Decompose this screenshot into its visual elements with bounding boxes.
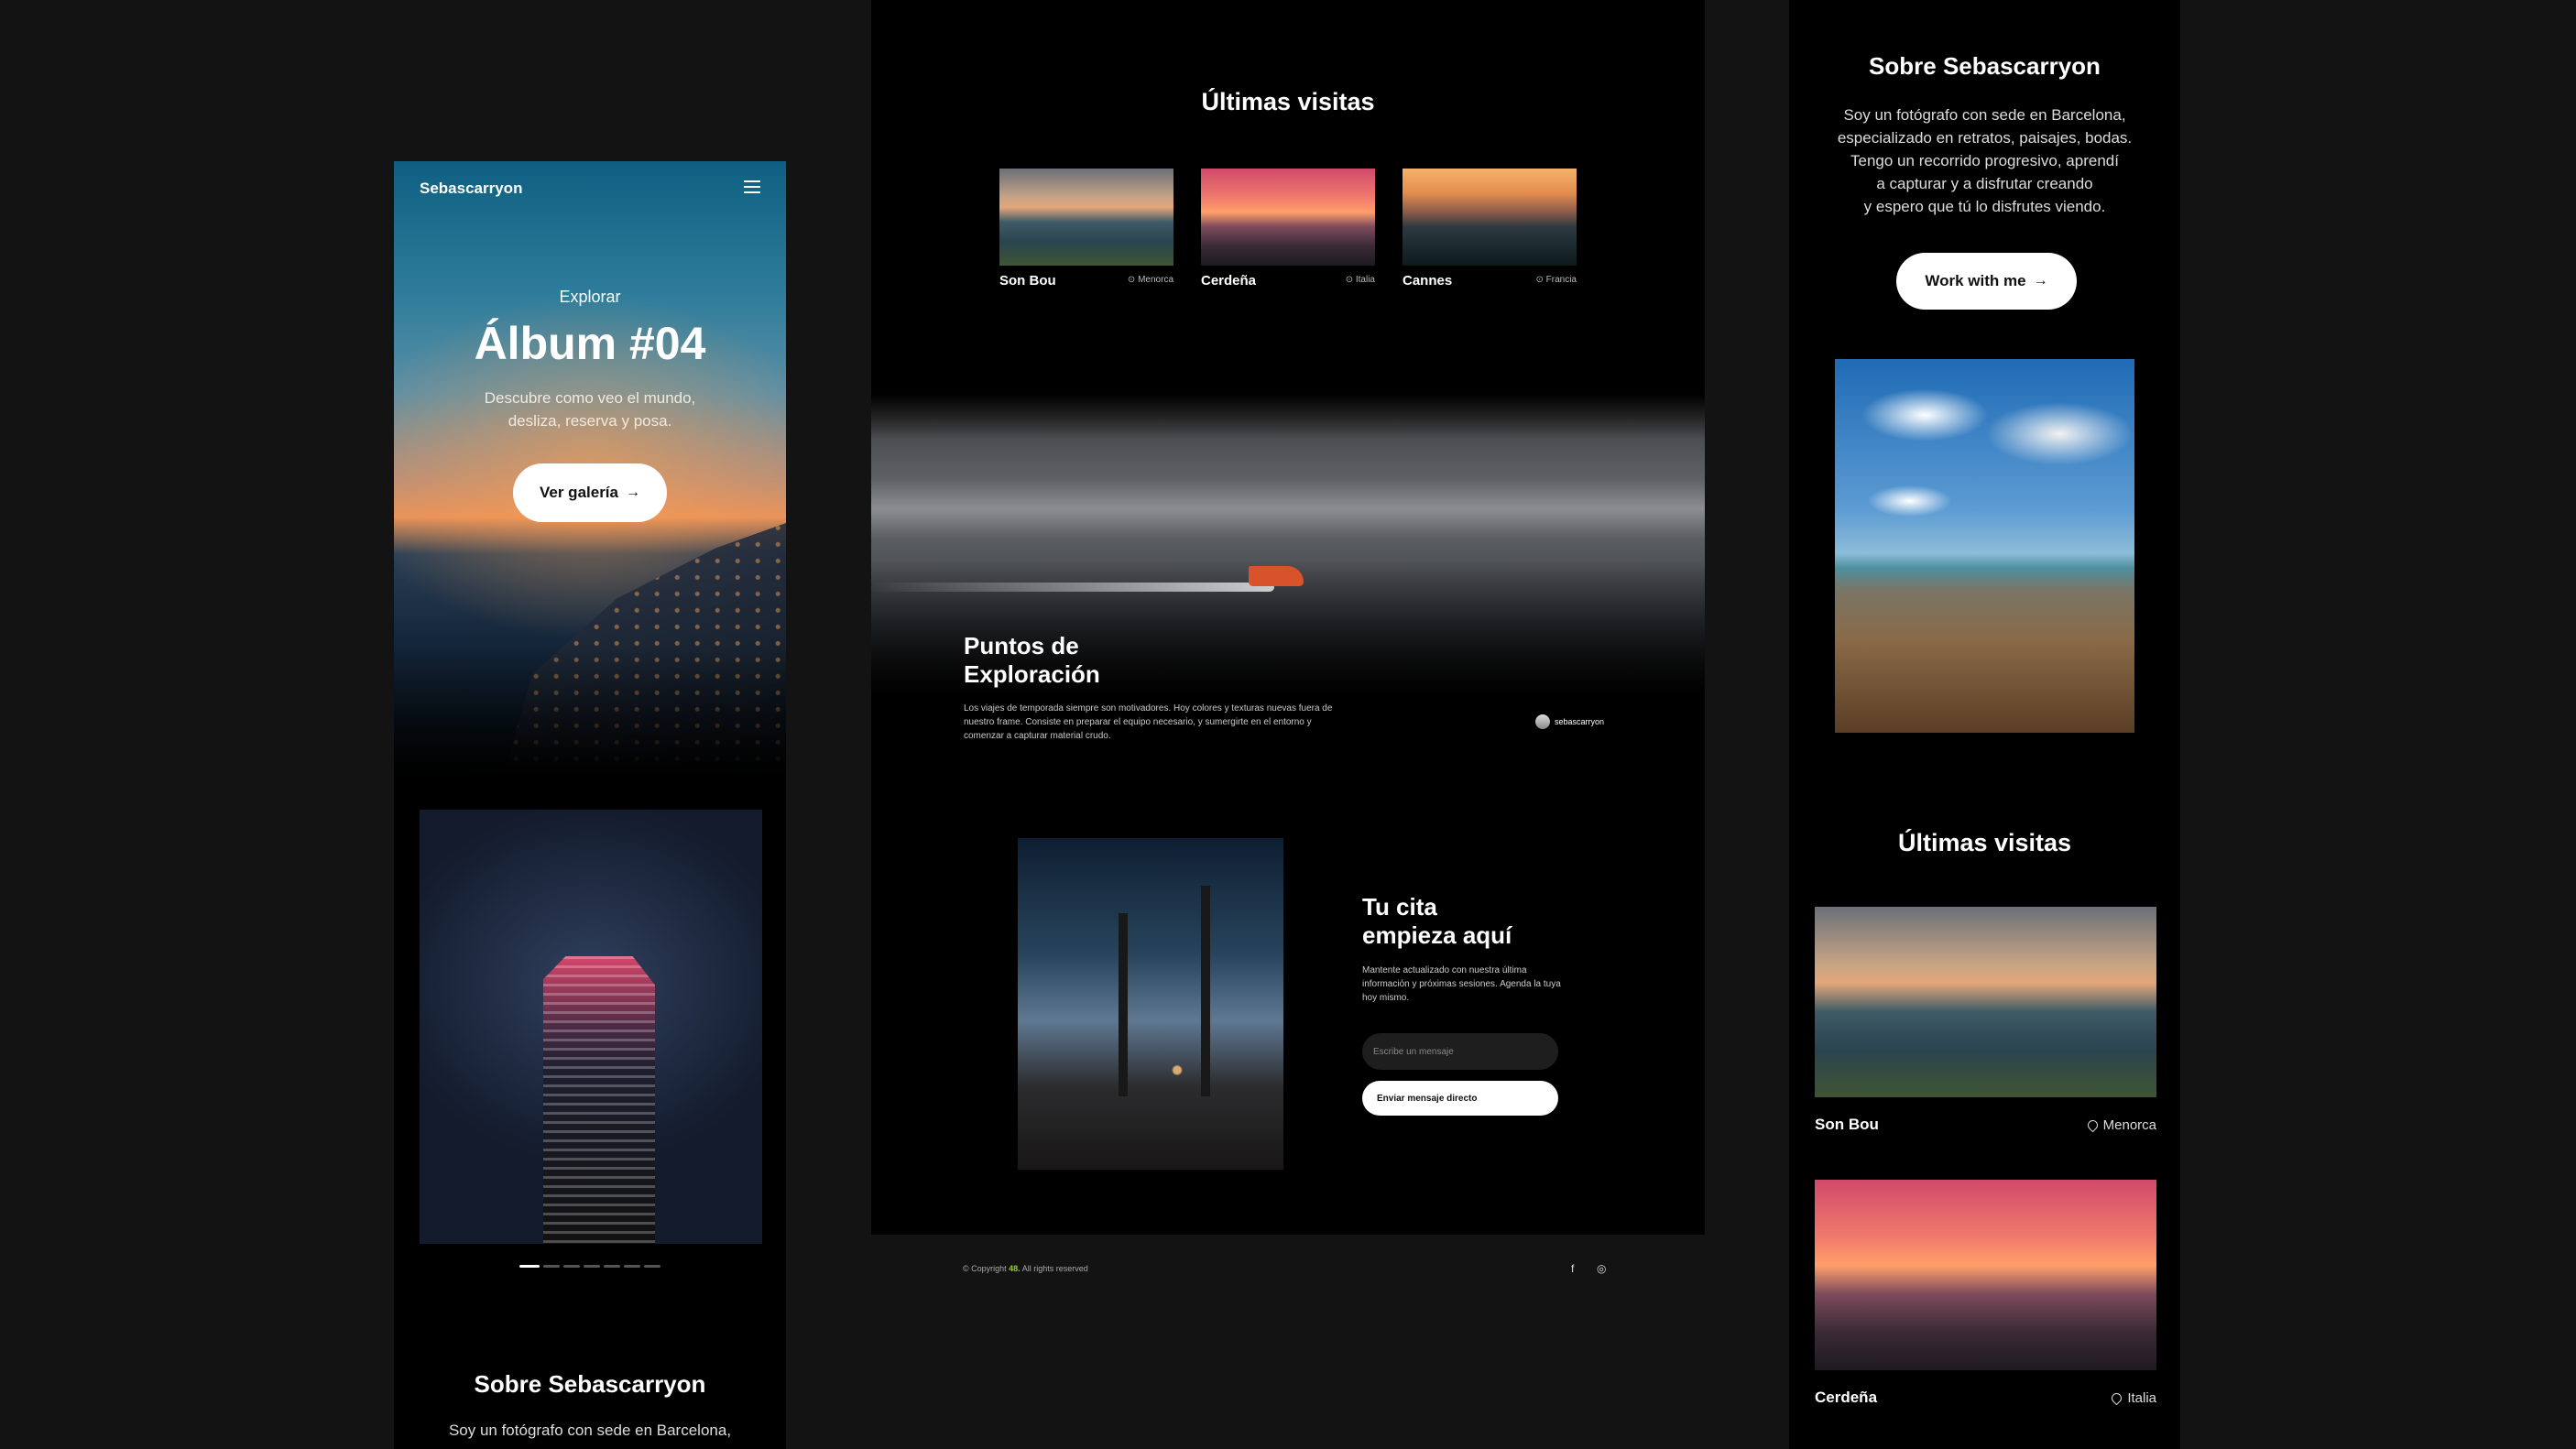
mobile-preview-right: Sobre Sebascarryon Soy un fotógrafo con … — [1789, 0, 2180, 1449]
hero-title: Álbum #04 — [474, 318, 706, 369]
beach-image — [1835, 359, 2134, 733]
carousel-dot[interactable] — [563, 1265, 580, 1268]
carousel-dot[interactable] — [604, 1265, 620, 1268]
cita-text: Mantente actualizado con nuestra última … — [1362, 965, 1561, 1003]
location-pin-icon — [2085, 1117, 2100, 1133]
facebook-icon[interactable]: f — [1571, 1262, 1574, 1275]
instagram-icon[interactable]: ◎ — [1597, 1262, 1606, 1275]
hamburger-icon[interactable] — [744, 180, 760, 193]
hero-section: Sebascarryon Explorar Álbum #04 Descubre… — [394, 161, 786, 775]
carousel-dot[interactable] — [584, 1265, 600, 1268]
carousel-dot[interactable] — [624, 1265, 640, 1268]
avatar — [1535, 714, 1550, 729]
author-badge[interactable]: sebascarryon — [1535, 714, 1604, 729]
mobile-preview-left: Sebascarryon Explorar Álbum #04 Descubre… — [394, 161, 786, 1449]
banner-text: Los viajes de temporada siempre son moti… — [964, 703, 1333, 741]
carousel-dot[interactable] — [519, 1265, 540, 1268]
visit-card-cerdena[interactable]: Cerdeña ⊙ Italia — [1201, 169, 1375, 289]
carousel-dot[interactable] — [644, 1265, 660, 1268]
visit-card-son-bou[interactable]: Son Bou Menorca — [1815, 907, 2156, 1133]
carousel-dot[interactable] — [543, 1265, 560, 1268]
work-with-me-button[interactable]: Work with me → — [1896, 253, 2077, 310]
visits-title: Últimas visitas — [1897, 829, 2072, 856]
footer: © Copyright 48. All rights reserved f ◎ — [871, 1235, 1705, 1302]
location-pin-icon: ⊙ — [1127, 275, 1136, 285]
ver-galeria-button[interactable]: Ver galería → — [513, 463, 667, 522]
cita-title: Tu cita empieza aquí — [1362, 893, 1512, 949]
send-message-button[interactable]: Enviar mensaje directo — [1362, 1081, 1558, 1116]
location-pin-icon: ⊙ — [1345, 275, 1354, 285]
arrow-right-icon: → — [626, 485, 640, 500]
arrow-right-icon: → — [2033, 273, 2048, 289]
visit-card-cannes[interactable]: Cannes ⊙ Francia — [1403, 169, 1577, 289]
visit-image[interactable] — [1201, 169, 1375, 266]
visit-image[interactable] — [1815, 907, 2156, 1097]
carousel-image-tower[interactable] — [420, 810, 762, 1244]
brand-logo[interactable]: Sebascarryon — [420, 180, 522, 198]
visit-image[interactable] — [1403, 169, 1577, 266]
carousel-dots[interactable] — [519, 1265, 660, 1268]
visit-image[interactable] — [1815, 1180, 2156, 1370]
palms-image — [1018, 838, 1283, 1170]
visit-card-cerdena[interactable]: Cerdeña Italia — [1815, 1180, 2156, 1406]
visit-image[interactable] — [999, 169, 1173, 266]
copyright-text: © Copyright 48. All rights reserved — [963, 1264, 1088, 1273]
about-text: Soy un fotógrafo con sede en Barcelona, — [448, 1422, 732, 1439]
hero-subtitle: Descubre como veo el mundo, desliza, res… — [484, 389, 696, 430]
about-title: Sobre Sebascarryon — [474, 1370, 706, 1398]
about-text: Soy un fotógrafo con sede en Barcelona, … — [1837, 106, 2133, 215]
location-pin-icon: ⊙ — [1535, 275, 1544, 285]
location-pin-icon — [2110, 1390, 2124, 1406]
desktop-preview: Últimas visitas Son Bou ⊙ Menorca Cerdeñ… — [871, 0, 1705, 1235]
about-title: Sobre Sebascarryon — [1869, 52, 2101, 80]
banner-title: Puntos de Exploración — [964, 632, 1100, 688]
visits-title: Últimas visitas — [1201, 88, 1375, 115]
visit-card-son-bou[interactable]: Son Bou ⊙ Menorca — [999, 169, 1173, 289]
message-input[interactable] — [1362, 1033, 1558, 1070]
hero-kicker: Explorar — [559, 288, 621, 306]
boat-image — [1249, 566, 1304, 586]
